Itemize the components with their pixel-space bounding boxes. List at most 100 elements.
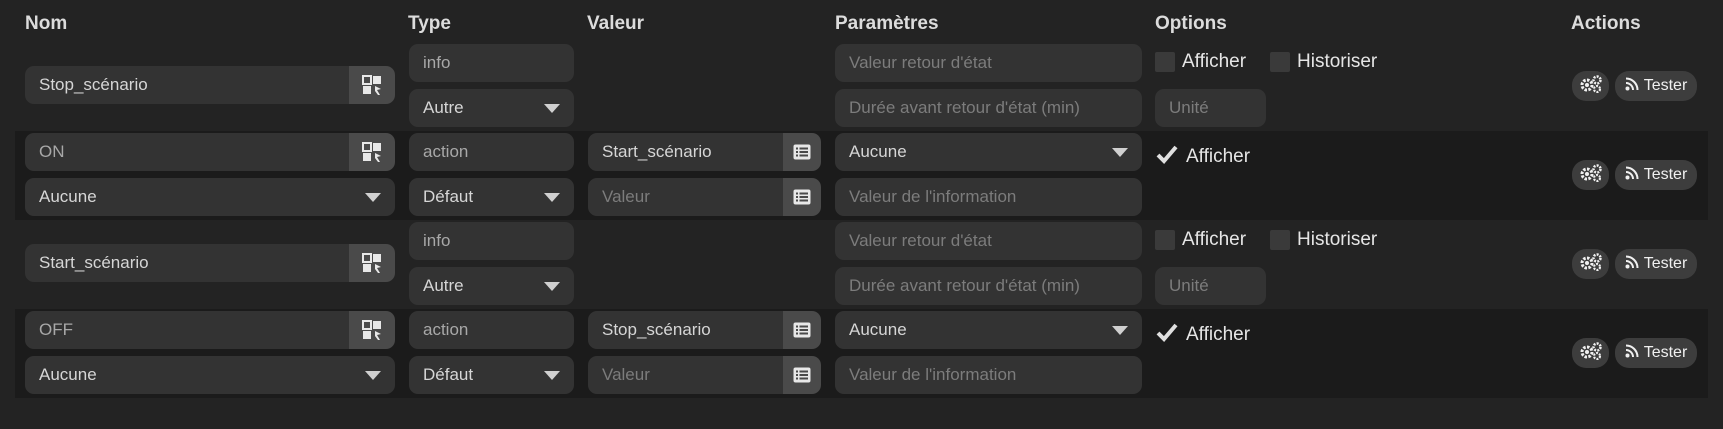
test-label: Tester: [1643, 166, 1688, 183]
afficher-checkbox[interactable]: Afficher: [1155, 323, 1250, 347]
list-icon[interactable]: [783, 178, 821, 216]
command-row-stop-scenario: Stop_scénario info Autre Valeur retour d…: [15, 42, 1708, 131]
cogs-icon: [1579, 74, 1603, 98]
action-parameter-select[interactable]: Aucune: [835, 133, 1142, 171]
generic-type-select[interactable]: Aucune: [25, 356, 395, 394]
command-name-input[interactable]: Start_scénario: [25, 244, 349, 282]
subtype-value: Défaut: [423, 187, 474, 206]
rss-icon: [1625, 77, 1639, 96]
configure-button[interactable]: [1572, 338, 1609, 368]
type-field: info: [409, 44, 574, 82]
action-parameter-select[interactable]: Aucune: [835, 311, 1142, 349]
magic-icon[interactable]: [349, 133, 395, 171]
subtype-select[interactable]: Autre: [409, 267, 574, 305]
header-type: Type: [408, 13, 451, 34]
historiser-label: Historiser: [1297, 229, 1378, 250]
test-button[interactable]: Tester: [1615, 71, 1697, 101]
afficher-label: Afficher: [1186, 324, 1251, 345]
subtype-select[interactable]: Défaut: [409, 356, 574, 394]
action-parameter-value: Aucune: [849, 320, 907, 339]
header-nom: Nom: [25, 13, 68, 34]
information-value-input[interactable]: Valeur de l'information: [835, 178, 1142, 216]
chevron-down-icon: [544, 193, 560, 202]
cogs-icon: [1579, 341, 1603, 365]
historiser-checkbox[interactable]: Historiser: [1270, 50, 1377, 74]
unit-input[interactable]: Unité: [1155, 89, 1266, 127]
checkbox-box: [1270, 230, 1290, 250]
generic-type-value: Aucune: [39, 365, 97, 384]
afficher-label: Afficher: [1182, 229, 1247, 250]
return-state-value-input[interactable]: Valeur retour d'état: [835, 222, 1142, 260]
afficher-label: Afficher: [1182, 51, 1247, 72]
action-parameter-value: Aucune: [849, 142, 907, 161]
value-input[interactable]: Stop_scénario: [588, 311, 783, 349]
commands-table: Nom Type Valeur Paramètres Options Actio…: [0, 0, 1723, 429]
test-button[interactable]: Tester: [1615, 249, 1697, 279]
check-icon: [1155, 321, 1179, 349]
chevron-down-icon: [1112, 148, 1128, 157]
rss-icon: [1625, 255, 1639, 274]
generic-type-value: Aucune: [39, 187, 97, 206]
magic-icon[interactable]: [349, 311, 395, 349]
command-name-input[interactable]: ON: [25, 133, 349, 171]
magic-icon[interactable]: [349, 244, 395, 282]
subtype-select[interactable]: Défaut: [409, 178, 574, 216]
return-state-value-input[interactable]: Valeur retour d'état: [835, 44, 1142, 82]
subtype-value: Autre: [423, 276, 464, 295]
header-valeur: Valeur: [587, 13, 645, 34]
historiser-label: Historiser: [1297, 51, 1378, 72]
checkbox-box: [1155, 52, 1175, 72]
command-row-off: OFF Aucune action Défaut Stop_scénario V…: [15, 309, 1708, 398]
configure-button[interactable]: [1572, 71, 1609, 101]
header-parametres: Paramètres: [835, 13, 939, 34]
list-icon[interactable]: [783, 356, 821, 394]
test-button[interactable]: Tester: [1615, 338, 1697, 368]
command-row-on: ON Aucune action Défaut Start_scénario V…: [15, 131, 1708, 220]
configure-button[interactable]: [1572, 249, 1609, 279]
checkbox-box: [1270, 52, 1290, 72]
chevron-down-icon: [544, 104, 560, 113]
afficher-checkbox[interactable]: Afficher: [1155, 145, 1250, 169]
test-button[interactable]: Tester: [1615, 160, 1697, 190]
generic-type-select[interactable]: Aucune: [25, 178, 395, 216]
value-input[interactable]: Start_scénario: [588, 133, 783, 171]
subtype-value: Défaut: [423, 365, 474, 384]
chevron-down-icon: [544, 282, 560, 291]
check-icon: [1155, 143, 1179, 171]
test-label: Tester: [1643, 255, 1688, 272]
type-field: action: [409, 311, 574, 349]
value-input-secondary[interactable]: Valeur: [588, 356, 783, 394]
rss-icon: [1625, 166, 1639, 185]
chevron-down-icon: [544, 371, 560, 380]
rss-icon: [1625, 344, 1639, 363]
configure-button[interactable]: [1572, 160, 1609, 190]
test-label: Tester: [1643, 77, 1688, 94]
command-name-input[interactable]: Stop_scénario: [25, 66, 349, 104]
type-field: info: [409, 222, 574, 260]
return-state-delay-input[interactable]: Durée avant retour d'état (min): [835, 89, 1142, 127]
checkbox-box: [1155, 230, 1175, 250]
afficher-checkbox[interactable]: Afficher: [1155, 228, 1246, 252]
chevron-down-icon: [365, 193, 381, 202]
command-row-start-scenario: Start_scénario info Autre Valeur retour …: [15, 220, 1708, 309]
afficher-label: Afficher: [1186, 146, 1251, 167]
afficher-checkbox[interactable]: Afficher: [1155, 50, 1246, 74]
list-icon[interactable]: [783, 133, 821, 171]
test-label: Tester: [1643, 344, 1688, 361]
type-field: action: [409, 133, 574, 171]
subtype-value: Autre: [423, 98, 464, 117]
historiser-checkbox[interactable]: Historiser: [1270, 228, 1377, 252]
cogs-icon: [1579, 252, 1603, 276]
cogs-icon: [1579, 163, 1603, 187]
magic-icon[interactable]: [349, 66, 395, 104]
subtype-select[interactable]: Autre: [409, 89, 574, 127]
header-actions: Actions: [1571, 13, 1641, 34]
chevron-down-icon: [365, 371, 381, 380]
unit-input[interactable]: Unité: [1155, 267, 1266, 305]
value-input-secondary[interactable]: Valeur: [588, 178, 783, 216]
information-value-input[interactable]: Valeur de l'information: [835, 356, 1142, 394]
return-state-delay-input[interactable]: Durée avant retour d'état (min): [835, 267, 1142, 305]
header-options: Options: [1155, 13, 1227, 34]
command-name-input[interactable]: OFF: [25, 311, 349, 349]
list-icon[interactable]: [783, 311, 821, 349]
